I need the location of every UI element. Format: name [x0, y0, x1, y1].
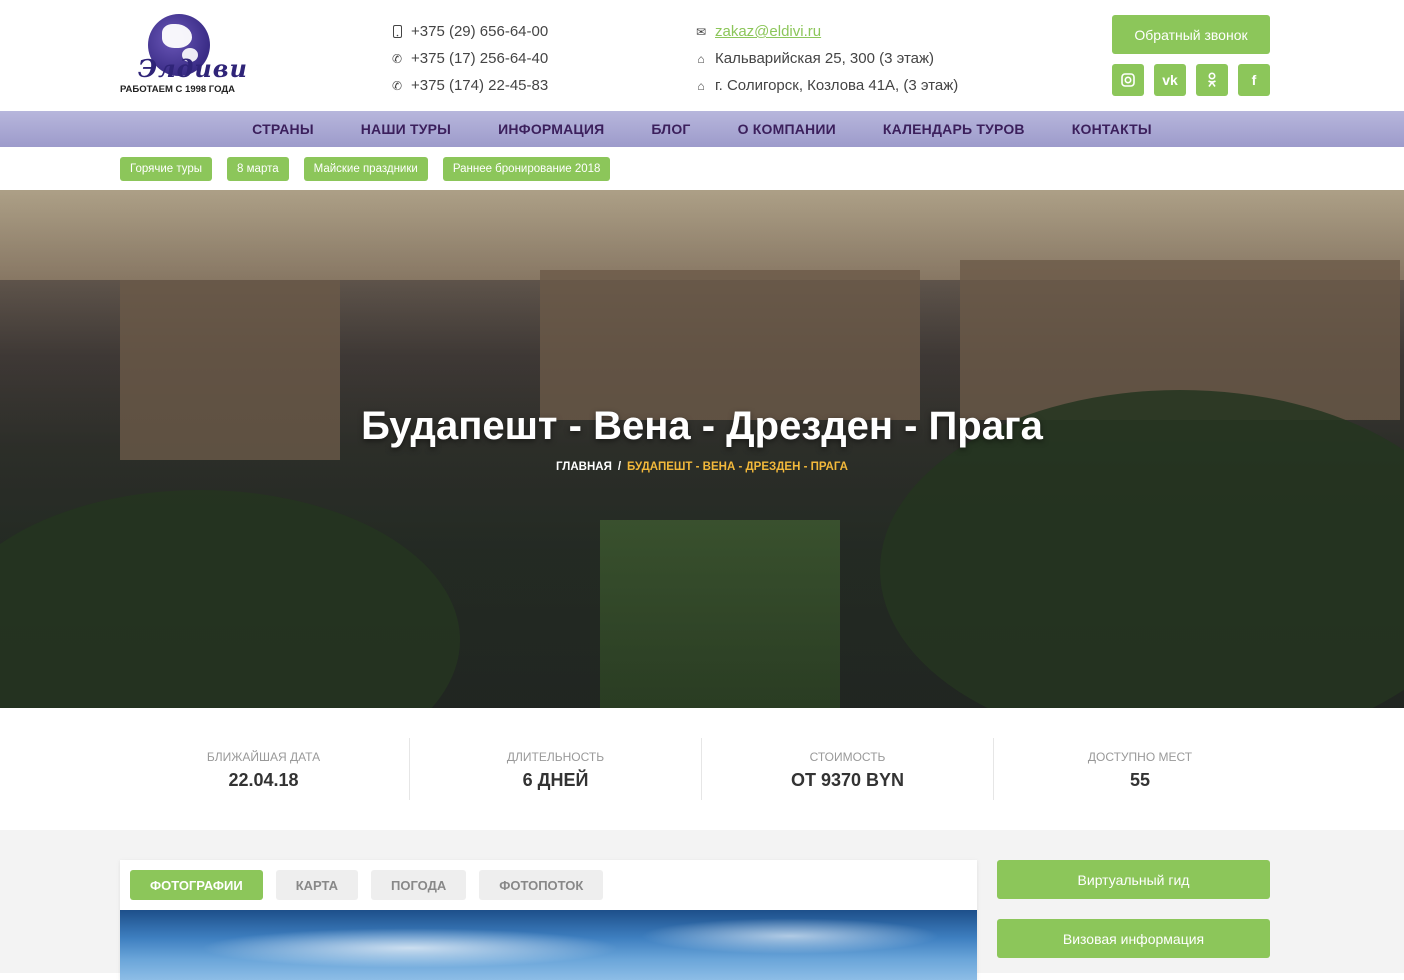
garden-shape — [600, 520, 840, 708]
breadcrumb-home[interactable]: ГЛАВНАЯ — [556, 461, 612, 473]
phone-icon: ✆ — [391, 51, 403, 66]
tab-map[interactable]: КАРТА — [275, 870, 359, 900]
nav-item-about[interactable]: О КОМПАНИИ — [738, 121, 836, 137]
promo-tags: Горячие туры 8 марта Майские праздники Р… — [120, 157, 611, 181]
instagram-icon[interactable] — [1112, 64, 1144, 96]
phone-row[interactable]: ✆ +375 (174) 22-45-83 — [390, 72, 548, 99]
mobile-icon — [390, 25, 404, 39]
media-tabs: ФОТОГРАФИИ КАРТА ПОГОДА ФОТОПОТОК — [120, 860, 977, 910]
phone-row[interactable]: +375 (29) 656-64-00 — [390, 18, 548, 45]
content-area: ФОТОГРАФИИ КАРТА ПОГОДА ФОТОПОТОК Виртуа… — [0, 830, 1404, 980]
tour-stats: БЛИЖАЙШАЯ ДАТА 22.04.18 ДЛИТЕЛЬНОСТЬ 6 Д… — [0, 708, 1404, 830]
media-panel: ФОТОГРАФИИ КАРТА ПОГОДА ФОТОПОТОК — [120, 860, 977, 980]
phone-number[interactable]: +375 (29) 656-64-00 — [411, 23, 548, 40]
breadcrumb-current: БУДАПЕШТ - ВЕНА - ДРЕЗДЕН - ПРАГА — [627, 461, 848, 473]
phone-row[interactable]: ✆ +375 (17) 256-64-40 — [390, 45, 548, 72]
stat-label: БЛИЖАЙШАЯ ДАТА — [206, 750, 321, 764]
address-text: г. Солигорск, Козлова 41А, (3 этаж) — [715, 77, 959, 94]
page-title: Будапешт - Вена - Дрезден - Прага — [361, 404, 1043, 448]
nav-item-tours[interactable]: НАШИ ТУРЫ — [361, 121, 451, 137]
stat-nearest-date: БЛИЖАЙШАЯ ДАТА 22.04.18 — [118, 738, 410, 800]
logo-wordmark: Элдиви — [138, 54, 249, 83]
address-list: ✉ zakaz@eldivi.ru ⌂ Кальварийская 25, 30… — [694, 18, 958, 99]
envelope-icon: ✉ — [695, 24, 707, 39]
home-icon: ⌂ — [697, 78, 705, 93]
stat-seats: ДОСТУПНО МЕСТ 55 — [994, 738, 1286, 800]
nav-item-countries[interactable]: СТРАНЫ — [252, 121, 314, 137]
vk-icon[interactable]: vk — [1154, 64, 1186, 96]
tab-photostream[interactable]: ФОТОПОТОК — [479, 870, 604, 900]
odnoklassniki-icon[interactable] — [1196, 64, 1228, 96]
tag-may-holidays[interactable]: Майские праздники — [303, 157, 428, 181]
main-nav: СТРАНЫ НАШИ ТУРЫ ИНФОРМАЦИЯ БЛОГ О КОМПА… — [0, 111, 1404, 147]
nav-item-info[interactable]: ИНФОРМАЦИЯ — [498, 121, 604, 137]
email-row: ✉ zakaz@eldivi.ru — [694, 18, 958, 45]
site-header: Элдиви РАБОТАЕМ С 1998 ГОДА +375 (29) 65… — [0, 0, 1404, 111]
stat-value: 6 ДНЕЙ — [522, 770, 589, 790]
phone-number[interactable]: +375 (17) 256-64-40 — [411, 50, 548, 67]
email-link[interactable]: zakaz@eldivi.ru — [715, 23, 821, 40]
stat-value: 55 — [1129, 770, 1151, 790]
nav-item-calendar[interactable]: КАЛЕНДАРЬ ТУРОВ — [883, 121, 1025, 137]
breadcrumb: ГЛАВНАЯ / БУДАПЕШТ - ВЕНА - ДРЕЗДЕН - ПРАГ… — [0, 461, 1404, 473]
trees-shape — [0, 490, 460, 708]
logo-tagline: РАБОТАЕМ С 1998 ГОДА — [120, 84, 235, 95]
stat-label: ДЛИТЕЛЬНОСТЬ — [506, 750, 605, 764]
gallery-photo[interactable] — [120, 910, 977, 980]
logo[interactable]: Элдиви РАБОТАЕМ С 1998 ГОДА — [120, 12, 250, 98]
stat-label: ДОСТУПНО МЕСТ — [1087, 750, 1193, 764]
stat-label: СТОИМОСТЬ — [809, 750, 886, 764]
address-text: Кальварийская 25, 300 (3 этаж) — [715, 50, 935, 67]
tag-hot-tours[interactable]: Горячие туры — [120, 157, 213, 181]
facebook-icon[interactable]: f — [1238, 64, 1270, 96]
home-icon: ⌂ — [697, 51, 705, 66]
hero-banner: Будапешт - Вена - Дрезден - Прага ГЛАВНА… — [0, 190, 1404, 708]
social-links: vk f — [1112, 64, 1270, 96]
phone-icon: ✆ — [391, 78, 403, 93]
nav-item-contacts[interactable]: КОНТАКТЫ — [1072, 121, 1152, 137]
callback-button[interactable]: Обратный звонок — [1112, 15, 1270, 54]
tab-photos[interactable]: ФОТОГРАФИИ — [130, 870, 263, 900]
address-row: ⌂ Кальварийская 25, 300 (3 этаж) — [694, 45, 958, 72]
stat-value: 22.04.18 — [228, 770, 299, 790]
nav-item-blog[interactable]: БЛОГ — [651, 121, 690, 137]
tag-early-booking[interactable]: Раннее бронирование 2018 — [442, 157, 611, 181]
stat-price: СТОИМОСТЬ ОТ 9370 BYN — [702, 738, 994, 800]
address-row: ⌂ г. Солигорск, Козлова 41А, (3 этаж) — [694, 72, 958, 99]
stat-value: ОТ 9370 BYN — [790, 770, 905, 790]
phone-list: +375 (29) 656-64-00 ✆ +375 (17) 256-64-4… — [390, 18, 548, 99]
building-shape — [540, 270, 920, 420]
stat-duration: ДЛИТЕЛЬНОСТЬ 6 ДНЕЙ — [410, 738, 702, 800]
tag-march-8[interactable]: 8 марта — [227, 157, 289, 181]
phone-number[interactable]: +375 (174) 22-45-83 — [411, 77, 548, 94]
virtual-guide-button[interactable]: Виртуальный гид — [997, 860, 1270, 899]
visa-info-button[interactable]: Визовая информация — [997, 919, 1270, 958]
tab-weather[interactable]: ПОГОДА — [371, 870, 467, 900]
breadcrumb-separator: / — [617, 461, 622, 473]
